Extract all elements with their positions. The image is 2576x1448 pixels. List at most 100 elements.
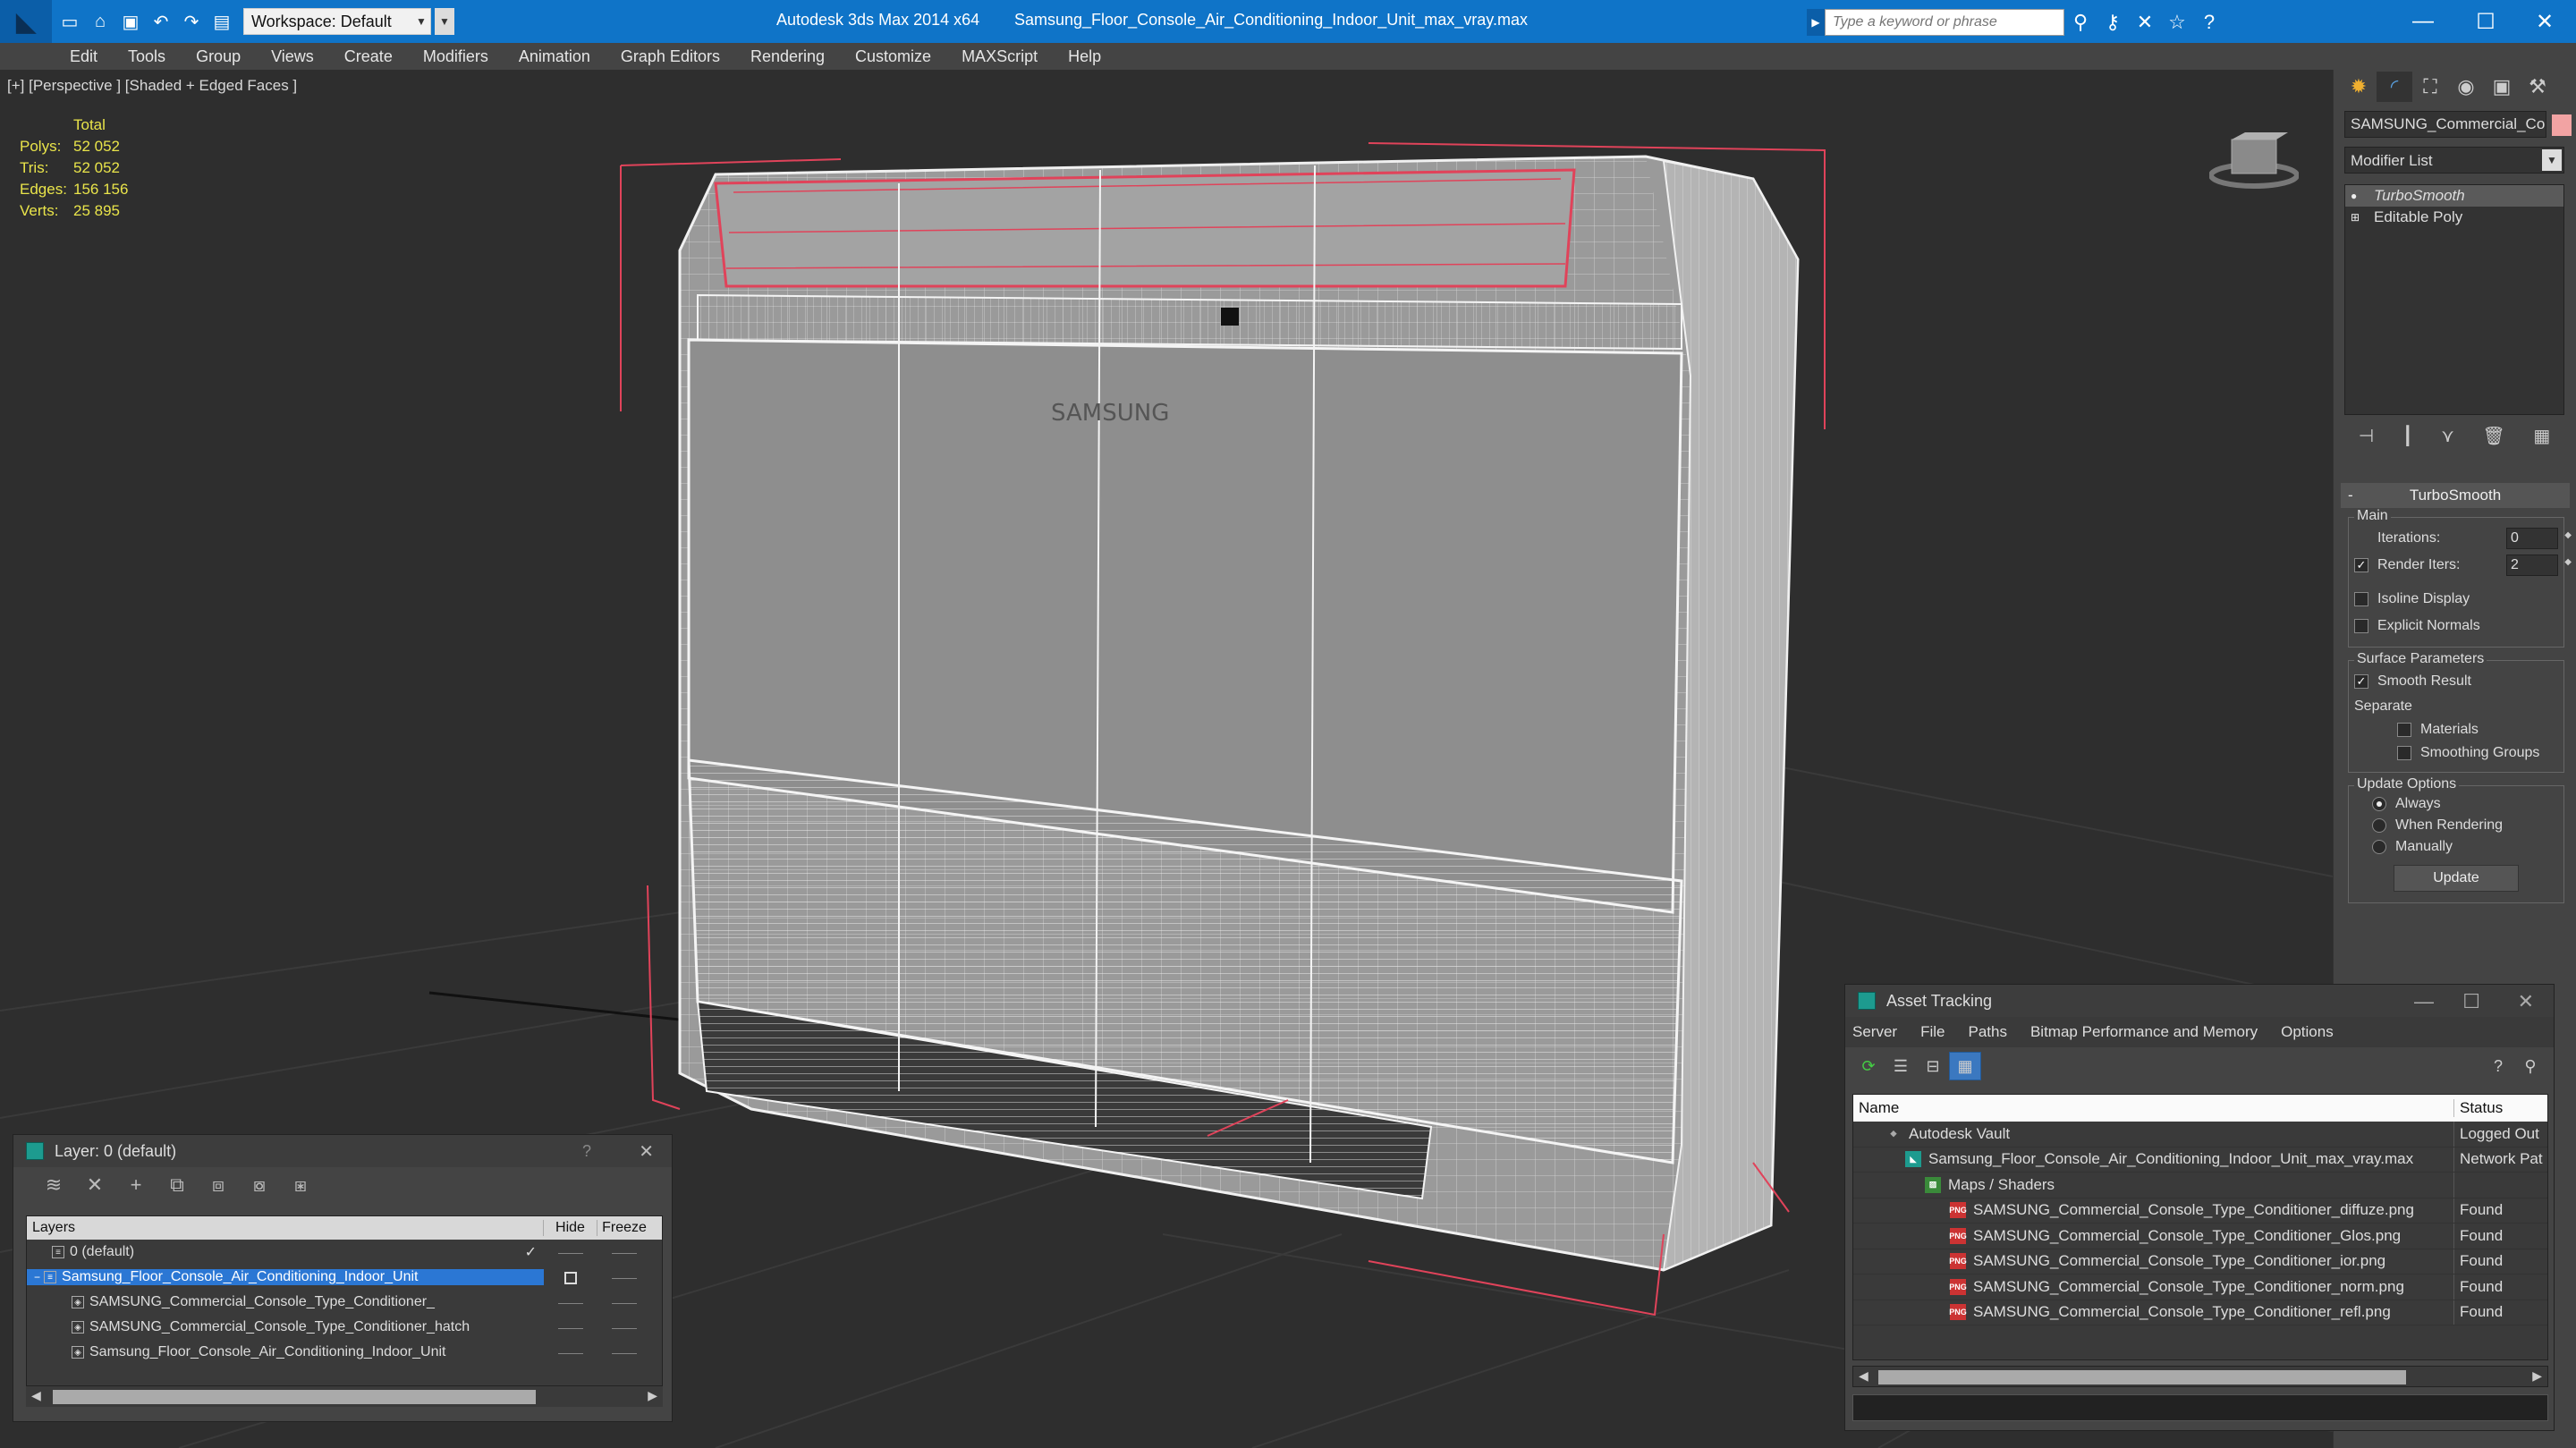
menu-create[interactable]: Create: [344, 47, 393, 66]
show-end-result-icon[interactable]: ┃: [2402, 425, 2413, 447]
horizontal-scrollbar[interactable]: ◀ ▶: [26, 1385, 663, 1407]
render-iters-spinner[interactable]: 2 ◆: [2506, 555, 2572, 576]
asset-row[interactable]: ▨ Maps / Shaders: [1853, 1173, 2547, 1198]
layers-column-header[interactable]: Layers: [27, 1220, 544, 1236]
asset-row[interactable]: PNG SAMSUNG_Commercial_Console_Type_Condi…: [1853, 1249, 2547, 1274]
asset-row[interactable]: PNG SAMSUNG_Commercial_Console_Type_Condi…: [1853, 1198, 2547, 1224]
close-icon[interactable]: ✕: [2518, 990, 2534, 1013]
list-view-icon[interactable]: ☰: [1885, 1052, 1917, 1080]
asset-row[interactable]: ◣ Samsung_Floor_Console_Air_Conditioning_…: [1853, 1147, 2547, 1173]
menu-graph-editors[interactable]: Graph Editors: [621, 47, 720, 66]
freeze-toggle[interactable]: ——: [597, 1295, 651, 1309]
project-folder-icon[interactable]: ▤: [209, 8, 234, 35]
layer-row[interactable]: ◈ Samsung_Floor_Console_Air_Conditioning_…: [27, 1340, 662, 1365]
layer-window-titlebar[interactable]: Layer: 0 (default) ? ✕: [13, 1135, 672, 1167]
freeze-toggle[interactable]: ——: [597, 1270, 651, 1284]
expand-plus-icon[interactable]: ⊞: [2351, 211, 2363, 224]
menu-maxscript[interactable]: MAXScript: [962, 47, 1038, 66]
menu-bitmap-performance[interactable]: Bitmap Performance and Memory: [2030, 1023, 2258, 1041]
lightbulb-icon[interactable]: ●: [2351, 190, 2363, 202]
close-button[interactable]: ✕: [2513, 0, 2576, 43]
freeze-all-icon[interactable]: ⧆: [280, 1172, 321, 1198]
tree-view-icon[interactable]: ⊟: [1917, 1052, 1949, 1080]
scroll-left-icon[interactable]: ◀: [1859, 1368, 1868, 1384]
asset-row[interactable]: PNG SAMSUNG_Commercial_Console_Type_Condi…: [1853, 1300, 2547, 1325]
spinner-arrows-icon[interactable]: ◆: [2564, 557, 2572, 567]
delete-layer-icon[interactable]: ✕: [74, 1172, 115, 1198]
update-button[interactable]: Update: [2394, 865, 2519, 892]
display-tab-icon[interactable]: ▣: [2484, 72, 2520, 102]
help-icon[interactable]: ?: [582, 1142, 591, 1161]
iterations-spinner[interactable]: 0 ◆: [2506, 528, 2572, 549]
rollout-header[interactable]: - TurboSmooth: [2341, 483, 2570, 508]
menu-file[interactable]: File: [1920, 1023, 1945, 1041]
collapse-minus-icon[interactable]: −: [34, 1271, 40, 1283]
hide-column-header[interactable]: Hide: [544, 1220, 597, 1236]
redo-icon[interactable]: ↷: [179, 8, 204, 35]
object-name-field[interactable]: [2344, 111, 2546, 138]
scrollbar-thumb[interactable]: [53, 1390, 536, 1404]
menu-edit[interactable]: Edit: [70, 47, 97, 66]
hide-all-icon[interactable]: ⧇: [239, 1172, 280, 1198]
create-tab-icon[interactable]: ✹: [2341, 72, 2377, 102]
modifier-list-dropdown[interactable]: Modifier List ▼: [2344, 147, 2564, 174]
close-icon[interactable]: ✕: [639, 1140, 654, 1163]
explicit-normals-checkbox[interactable]: [2354, 619, 2368, 633]
hide-toggle[interactable]: ——: [544, 1245, 597, 1259]
help-icon[interactable]: ?: [2482, 1052, 2514, 1080]
spinner-arrows-icon[interactable]: ◆: [2564, 530, 2572, 540]
search-expand-icon[interactable]: ▶: [1807, 9, 1825, 36]
menu-customize[interactable]: Customize: [855, 47, 931, 66]
workspace-dropdown[interactable]: Workspace: Default ▼: [243, 8, 431, 35]
stack-item-editable-poly[interactable]: ⊞ Editable Poly: [2345, 207, 2563, 228]
menu-rendering[interactable]: Rendering: [750, 47, 825, 66]
scrollbar-thumb[interactable]: [1878, 1370, 2406, 1384]
menu-animation[interactable]: Animation: [519, 47, 590, 66]
utilities-tab-icon[interactable]: ⚒: [2520, 72, 2555, 102]
exchange-icon[interactable]: ✕: [2129, 9, 2161, 36]
pin-stack-icon[interactable]: ⊣: [2359, 425, 2374, 447]
hide-toggle[interactable]: ——: [544, 1320, 597, 1334]
favorites-star-icon[interactable]: ☆: [2161, 9, 2193, 36]
key-icon[interactable]: ⚷: [2097, 9, 2129, 36]
menu-group[interactable]: Group: [196, 47, 241, 66]
freeze-toggle[interactable]: ——: [597, 1345, 651, 1359]
smoothing-groups-checkbox[interactable]: [2397, 746, 2411, 760]
viewcube-icon[interactable]: [2209, 122, 2299, 193]
asset-row[interactable]: ◆ Autodesk Vault Logged Out: [1853, 1122, 2547, 1147]
freeze-column-header[interactable]: Freeze: [597, 1220, 651, 1236]
horizontal-scrollbar[interactable]: ◀ ▶: [1852, 1366, 2548, 1387]
app-logo-icon[interactable]: ◣: [0, 0, 52, 43]
table-view-icon[interactable]: ▦: [1949, 1052, 1981, 1080]
refresh-icon[interactable]: ⟳: [1852, 1052, 1885, 1080]
remove-modifier-icon[interactable]: 🗑: [2482, 425, 2504, 447]
layer-row[interactable]: − ≡ Samsung_Floor_Console_Air_Conditioning…: [27, 1265, 662, 1290]
asset-window-titlebar[interactable]: Asset Tracking — ☐ ✕: [1845, 985, 2554, 1017]
isoline-checkbox[interactable]: [2354, 592, 2368, 606]
status-column-header[interactable]: Status: [2454, 1099, 2503, 1117]
update-manually-radio[interactable]: [2372, 840, 2386, 854]
save-file-icon[interactable]: ▣: [118, 8, 143, 35]
name-column-header[interactable]: Name: [1853, 1099, 2454, 1117]
freeze-toggle[interactable]: ——: [597, 1245, 651, 1259]
scroll-left-icon[interactable]: ◀: [31, 1388, 41, 1403]
layers-stack-icon[interactable]: ≋: [33, 1172, 74, 1198]
stack-item-turbosmooth[interactable]: ● TurboSmooth: [2345, 185, 2563, 207]
object-color-swatch[interactable]: [2552, 114, 2572, 136]
binoculars-icon[interactable]: ⚲: [2064, 9, 2097, 36]
layer-row[interactable]: ≡ 0 (default) ✓ —— ——: [27, 1240, 662, 1265]
minimize-icon[interactable]: —: [2414, 990, 2434, 1013]
menu-options[interactable]: Options: [2281, 1023, 2334, 1041]
update-when-rendering-radio[interactable]: [2372, 818, 2386, 833]
menu-views[interactable]: Views: [271, 47, 314, 66]
quick-access-expand-icon[interactable]: ▼: [435, 8, 454, 35]
render-iters-checkbox[interactable]: ✓: [2354, 558, 2368, 572]
scroll-right-icon[interactable]: ▶: [648, 1388, 657, 1403]
add-selection-icon[interactable]: +: [115, 1172, 157, 1198]
layer-row[interactable]: ◈ SAMSUNG_Commercial_Console_Type_Conditi…: [27, 1290, 662, 1315]
viewport-label[interactable]: [+] [Perspective ] [Shaded + Edged Faces…: [7, 77, 297, 95]
motion-tab-icon[interactable]: ◉: [2448, 72, 2484, 102]
make-unique-icon[interactable]: ⋎: [2441, 425, 2454, 447]
highlight-layer-icon[interactable]: ⧈: [198, 1172, 239, 1198]
update-always-radio[interactable]: [2372, 797, 2386, 811]
